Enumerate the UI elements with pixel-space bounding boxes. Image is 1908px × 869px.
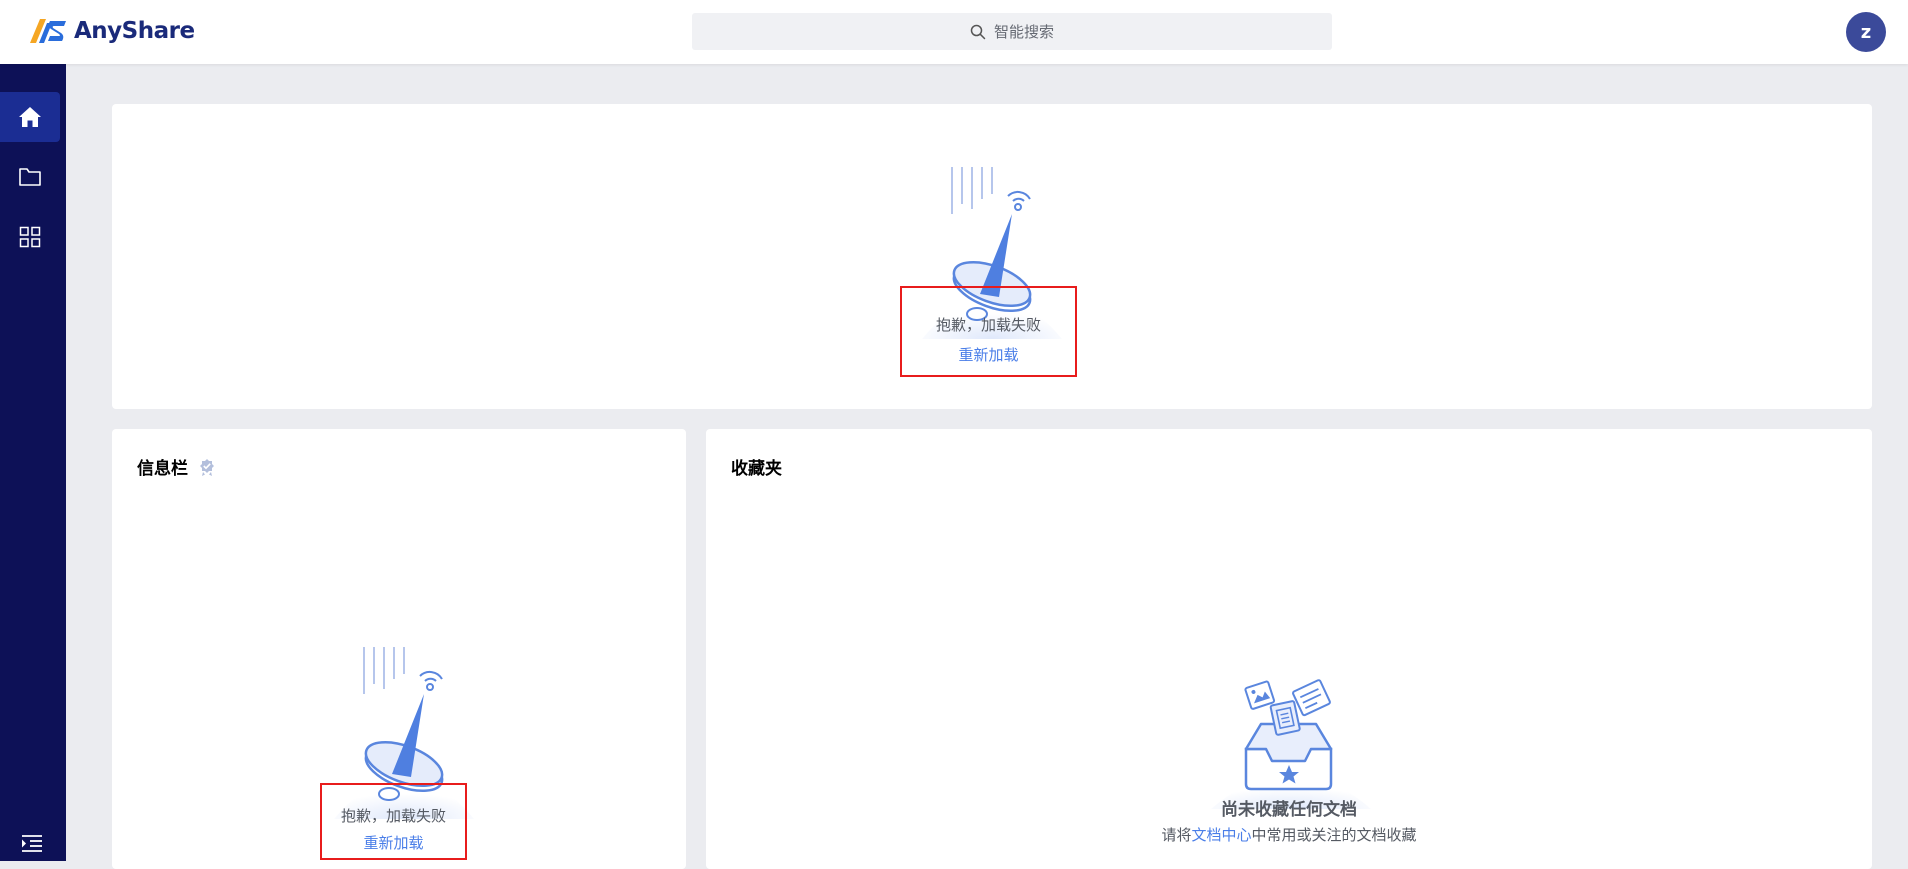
error-message: 抱歉，加载失败: [935, 316, 1041, 334]
info-widget-card: 信息栏 抱歉，加载失败 重新加载: [112, 429, 686, 869]
empty-favorites-illustration: [1211, 679, 1371, 809]
info-card-title-text: 信息栏: [137, 459, 188, 479]
sidebar-item-documents[interactable]: [0, 152, 60, 202]
reload-link[interactable]: 重新加载: [322, 832, 465, 853]
sidebar-collapse-button[interactable]: [20, 832, 44, 854]
folder-icon: [19, 168, 41, 186]
search-placeholder: 智能搜索: [993, 23, 1054, 41]
error-message: 抱歉，加载失败: [340, 807, 446, 825]
sidebar-item-home[interactable]: [0, 92, 60, 142]
menu-indent-icon: [22, 835, 42, 852]
empty-favorites-hint: 请将文档中心中常用或关注的文档收藏: [706, 824, 1872, 845]
favorites-card-title: 收藏夹: [731, 454, 782, 479]
hint-prefix: 请将: [1161, 826, 1192, 844]
anyshare-logo-icon: [30, 19, 66, 43]
brand-logo[interactable]: AnyShare: [28, 14, 195, 48]
hint-suffix: 中常用或关注的文档收藏: [1251, 826, 1417, 844]
reload-link[interactable]: 重新加载: [902, 344, 1075, 365]
brand-name: AnyShare: [74, 18, 195, 44]
info-card-title: 信息栏: [137, 454, 216, 479]
verified-badge-icon: [200, 458, 214, 476]
user-avatar[interactable]: z: [1846, 12, 1886, 52]
favorites-widget-card: 收藏夹 尚未收藏任何文档 请将文档中心中常用或关注的文档收藏: [706, 429, 1872, 869]
sidebar: [0, 64, 66, 861]
search-input[interactable]: 智能搜索: [692, 13, 1332, 50]
top-error-highlight: 抱歉，加载失败 重新加载: [900, 286, 1077, 377]
info-error-highlight: 抱歉，加载失败 重新加载: [320, 783, 467, 860]
empty-favorites-title: 尚未收藏任何文档: [1221, 800, 1357, 820]
top-header: AnyShare 智能搜索 z: [0, 0, 1908, 64]
document-center-link[interactable]: 文档中心: [1191, 826, 1251, 844]
grid-icon: [19, 226, 41, 248]
home-icon: [19, 107, 41, 127]
sidebar-item-apps[interactable]: [0, 212, 60, 262]
top-widget-card: 抱歉，加载失败 重新加载: [112, 104, 1872, 409]
search-icon: [970, 24, 986, 39]
favorites-card-title-text: 收藏夹: [731, 459, 782, 479]
